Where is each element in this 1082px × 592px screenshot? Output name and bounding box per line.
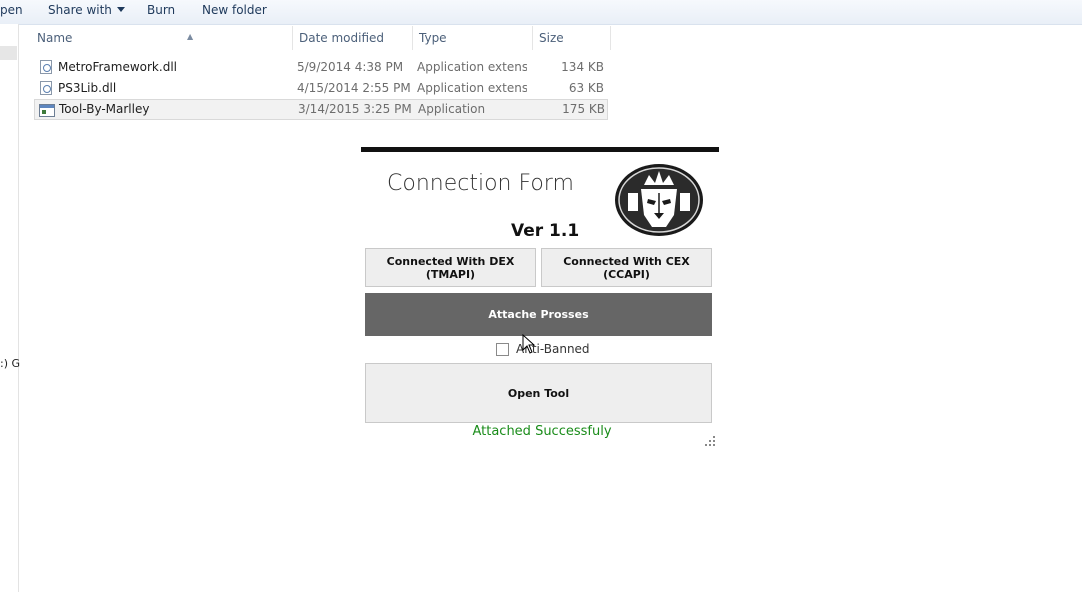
file-date: 5/9/2014 4:38 PM [297, 60, 404, 74]
column-header-type[interactable]: Type [413, 26, 533, 50]
application-icon [39, 104, 55, 117]
column-name-label: Name [37, 31, 73, 45]
file-date: 4/15/2014 2:55 PM [297, 81, 411, 95]
connect-cex-button[interactable]: Connected With CEX (CCAPI) [541, 248, 712, 287]
file-row-selected[interactable]: Tool-By-Marlley 3/14/2015 3:25 PM Applic… [34, 99, 608, 120]
file-type: Application [418, 102, 486, 116]
chevron-down-icon [116, 7, 125, 12]
anti-banned-checkbox[interactable] [496, 343, 509, 356]
nav-scrollbar[interactable] [0, 46, 17, 60]
column-header-name[interactable]: Name ▲ [31, 26, 293, 50]
form-title: Connection Form [387, 171, 574, 196]
nav-drive-item[interactable]: :) G [0, 357, 20, 370]
file-row[interactable]: MetroFramework.dll 5/9/2014 4:38 PM Appl… [34, 57, 608, 78]
file-name: MetroFramework.dll [58, 60, 177, 74]
column-header-date[interactable]: Date modified [293, 26, 413, 50]
version-label: Ver 1.1 [511, 221, 580, 241]
file-size: 63 KB [568, 81, 604, 95]
connection-form-window: Connection Form Ver 1.1 Connected With D… [361, 147, 719, 450]
file-date: 3/14/2015 3:25 PM [298, 102, 412, 116]
open-tool-button[interactable]: Open Tool [365, 363, 712, 423]
file-name: Tool-By-Marlley [59, 102, 150, 116]
explorer-toolbar: pen Share with Burn New folder [0, 0, 1082, 25]
column-header-size[interactable]: Size [533, 26, 611, 50]
share-with-label: Share with [48, 3, 112, 17]
new-folder-button[interactable]: New folder [202, 3, 267, 17]
mouse-pointer-icon [522, 334, 536, 354]
form-top-bar [361, 147, 719, 152]
file-size: 175 KB [562, 102, 605, 116]
open-button[interactable]: pen [0, 3, 23, 17]
file-type: Application extens... [417, 81, 527, 95]
share-with-button[interactable]: Share with [48, 3, 125, 17]
status-message: Attached Successfuly [472, 424, 612, 439]
file-row[interactable]: PS3Lib.dll 4/15/2014 2:55 PM Application… [34, 78, 608, 99]
dll-file-icon [40, 81, 52, 95]
connect-dex-button[interactable]: Connected With DEX (TMAPI) [365, 248, 536, 287]
file-size: 134 KB [561, 60, 604, 74]
file-name: PS3Lib.dll [58, 81, 117, 95]
resize-grip-icon[interactable] [705, 436, 715, 446]
lion-crown-logo [615, 164, 703, 236]
dll-file-icon [40, 60, 52, 74]
navigation-pane[interactable]: :) G [0, 24, 20, 592]
burn-button[interactable]: Burn [147, 3, 175, 17]
file-type: Application extens... [417, 60, 527, 74]
attach-process-button[interactable]: Attache Prosses [365, 293, 712, 336]
sort-ascending-icon: ▲ [187, 32, 194, 41]
